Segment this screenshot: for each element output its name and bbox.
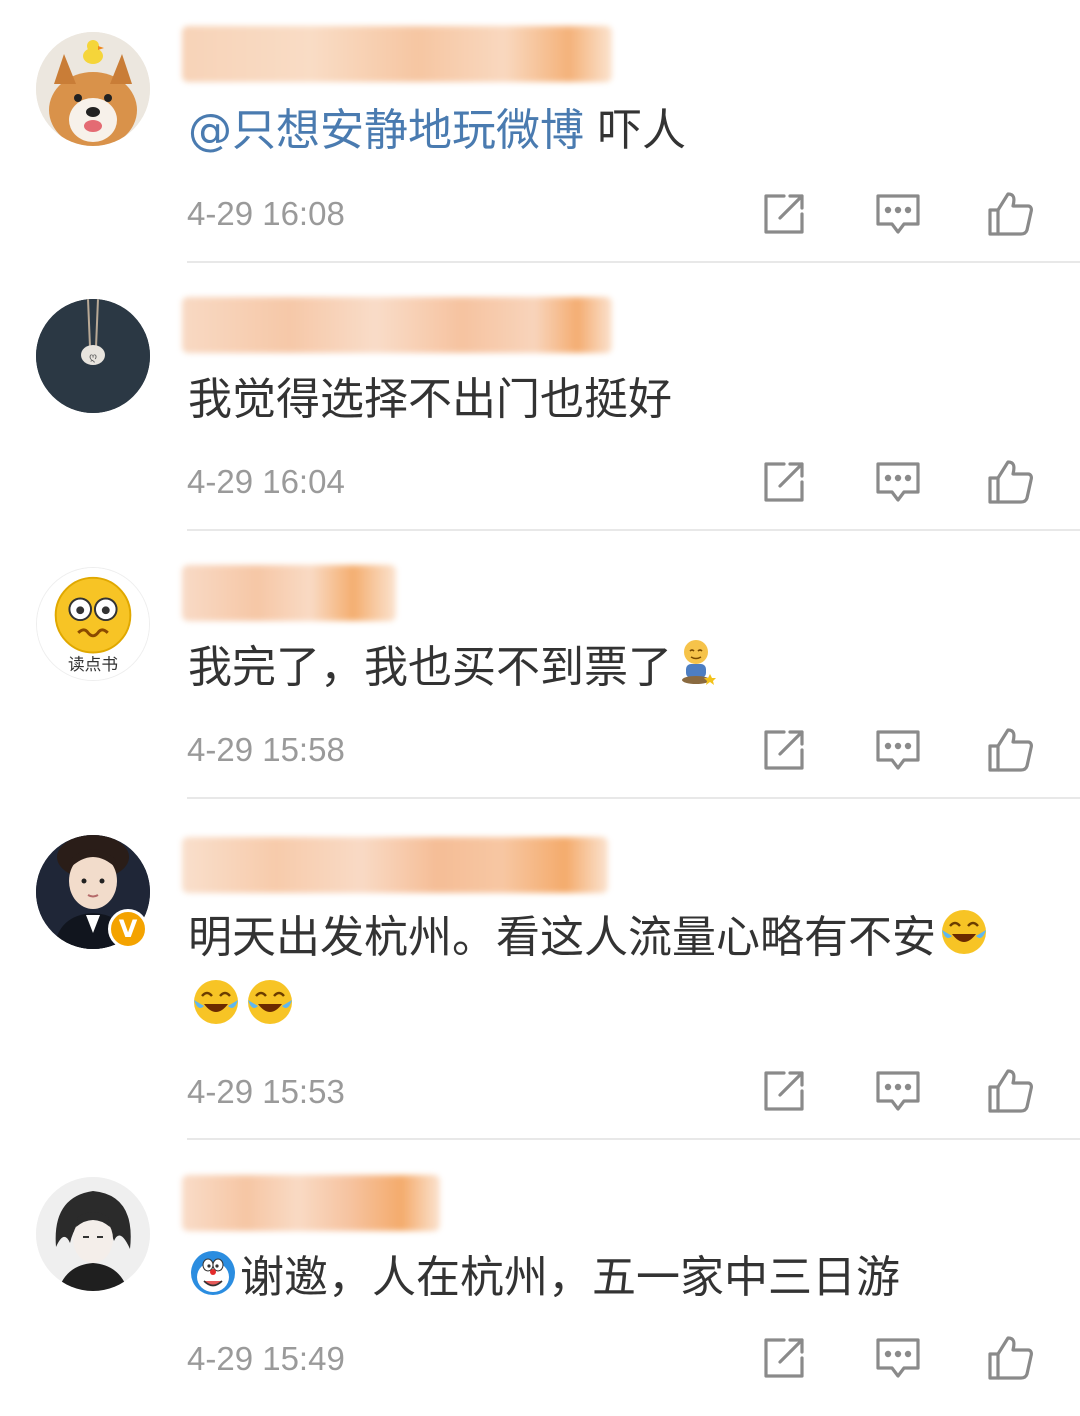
comment-item: ღ 我觉得选择不出门也挺好 4-29 16:04 (0, 263, 1080, 531)
repost-icon[interactable] (758, 456, 810, 508)
avatar[interactable] (36, 32, 150, 146)
like-icon[interactable] (984, 188, 1036, 240)
comment-icon[interactable] (872, 724, 924, 776)
doraemon-emoji-icon (191, 1251, 235, 1295)
comment-time: 4-29 15:58 (187, 731, 345, 768)
comment-item: 读点书 我完了，我也买不到票了 4-29 15:58 (0, 531, 1080, 799)
comment-text: 谢邀，人在杭州，五一家中三日游 (188, 1243, 1028, 1313)
repost-icon[interactable] (758, 1332, 810, 1384)
username-redacted[interactable] (182, 1175, 440, 1231)
crying-laughing-emoji-icon (248, 980, 292, 1024)
avatar[interactable] (36, 1177, 150, 1291)
comment-icon[interactable] (872, 456, 924, 508)
like-icon[interactable] (984, 456, 1036, 508)
divider (187, 1138, 1080, 1140)
username-redacted[interactable] (182, 565, 396, 621)
comment-text: 明天出发杭州。看这人流量心略有不安 (188, 903, 1028, 1043)
comment-text: 我觉得选择不出门也挺好 (188, 374, 672, 425)
comment-time: 4-29 15:49 (187, 1340, 345, 1377)
username-redacted[interactable] (182, 837, 608, 893)
like-icon[interactable] (984, 724, 1036, 776)
like-icon[interactable] (984, 1065, 1036, 1117)
repost-icon[interactable] (758, 188, 810, 240)
crying-laughing-emoji-icon (194, 980, 238, 1024)
avatar[interactable]: ღ (36, 299, 150, 413)
avatar[interactable]: 读点书 (36, 567, 150, 681)
comment-icon[interactable] (872, 1332, 924, 1384)
comment-item: V 明天出发杭州。看这人流量心略有不安 4-29 15:53 (0, 799, 1080, 1140)
comment-time: 4-29 16:08 (187, 195, 345, 232)
comment-text: @只想安静地玩微博 吓人 (188, 105, 686, 156)
sitting-emoji-icon (682, 640, 716, 685)
comment-item: 谢邀，人在杭州，五一家中三日游 4-29 15:49 (0, 1141, 1080, 1416)
comment-icon[interactable] (872, 188, 924, 240)
comment-icon[interactable] (872, 1065, 924, 1117)
comment-item: @只想安静地玩微博 吓人 4-29 16:08 (0, 0, 1080, 263)
comment-text: 我完了，我也买不到票了 (188, 633, 1028, 703)
svg-text:ღ: ღ (89, 352, 97, 363)
like-icon[interactable] (984, 1332, 1036, 1384)
crying-laughing-emoji-icon (942, 910, 986, 954)
repost-icon[interactable] (758, 724, 810, 776)
username-redacted[interactable] (182, 297, 612, 353)
username-redacted[interactable] (182, 26, 612, 82)
repost-icon[interactable] (758, 1065, 810, 1117)
comment-time: 4-29 16:04 (187, 463, 345, 500)
comment-time: 4-29 15:53 (187, 1073, 345, 1110)
mention-link[interactable]: @只想安静地玩微博 (188, 105, 584, 156)
avatar-caption: 读点书 (68, 654, 118, 674)
verified-badge-icon: V (108, 909, 148, 949)
